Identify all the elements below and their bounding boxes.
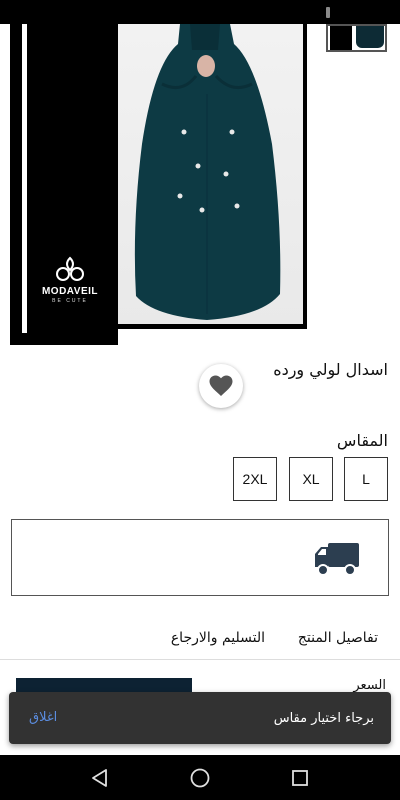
product-image[interactable]: MODAVEIL BE CUTE [10, 24, 307, 345]
heart-icon [209, 375, 233, 396]
garment-image [134, 24, 281, 320]
snackbar-message: برجاء اختيار مقاس [273, 711, 374, 726]
nav-back-button[interactable] [88, 766, 112, 790]
tab-delivery-returns[interactable]: التسليم والارجاع [171, 630, 265, 646]
nav-recent-button[interactable] [288, 766, 312, 790]
back-triangle-icon [92, 769, 107, 787]
delivery-info-box [11, 519, 389, 596]
brand-tagline: BE CUTE [52, 298, 88, 304]
nav-home-button[interactable] [188, 766, 212, 790]
price-label: السعر [353, 678, 386, 693]
recent-square-icon [292, 770, 308, 786]
home-circle-icon [190, 768, 210, 788]
tab-product-details[interactable]: تفاصيل المنتج [298, 630, 378, 646]
size-label: المقاس [336, 431, 388, 450]
brand-logo: MODAVEIL BE CUTE [40, 256, 100, 314]
battery-icon [326, 7, 330, 18]
snackbar: برجاء اختيار مقاس اغلاق [9, 692, 391, 744]
favorite-button[interactable] [199, 364, 243, 408]
product-thumbnail[interactable] [326, 24, 387, 52]
product-title: اسدال لولي ورده [273, 360, 388, 379]
brand-name: MODAVEIL [41, 286, 99, 297]
snackbar-close-button[interactable]: اغلاق [29, 710, 57, 725]
truck-icon [315, 543, 359, 576]
navigation-bar [0, 755, 400, 800]
size-option-l[interactable]: L [344, 457, 388, 501]
status-bar [0, 0, 400, 24]
size-option-xl[interactable]: XL [289, 457, 333, 501]
size-option-2xl[interactable]: 2XL [233, 457, 277, 501]
brand-logo-icon [56, 256, 84, 281]
